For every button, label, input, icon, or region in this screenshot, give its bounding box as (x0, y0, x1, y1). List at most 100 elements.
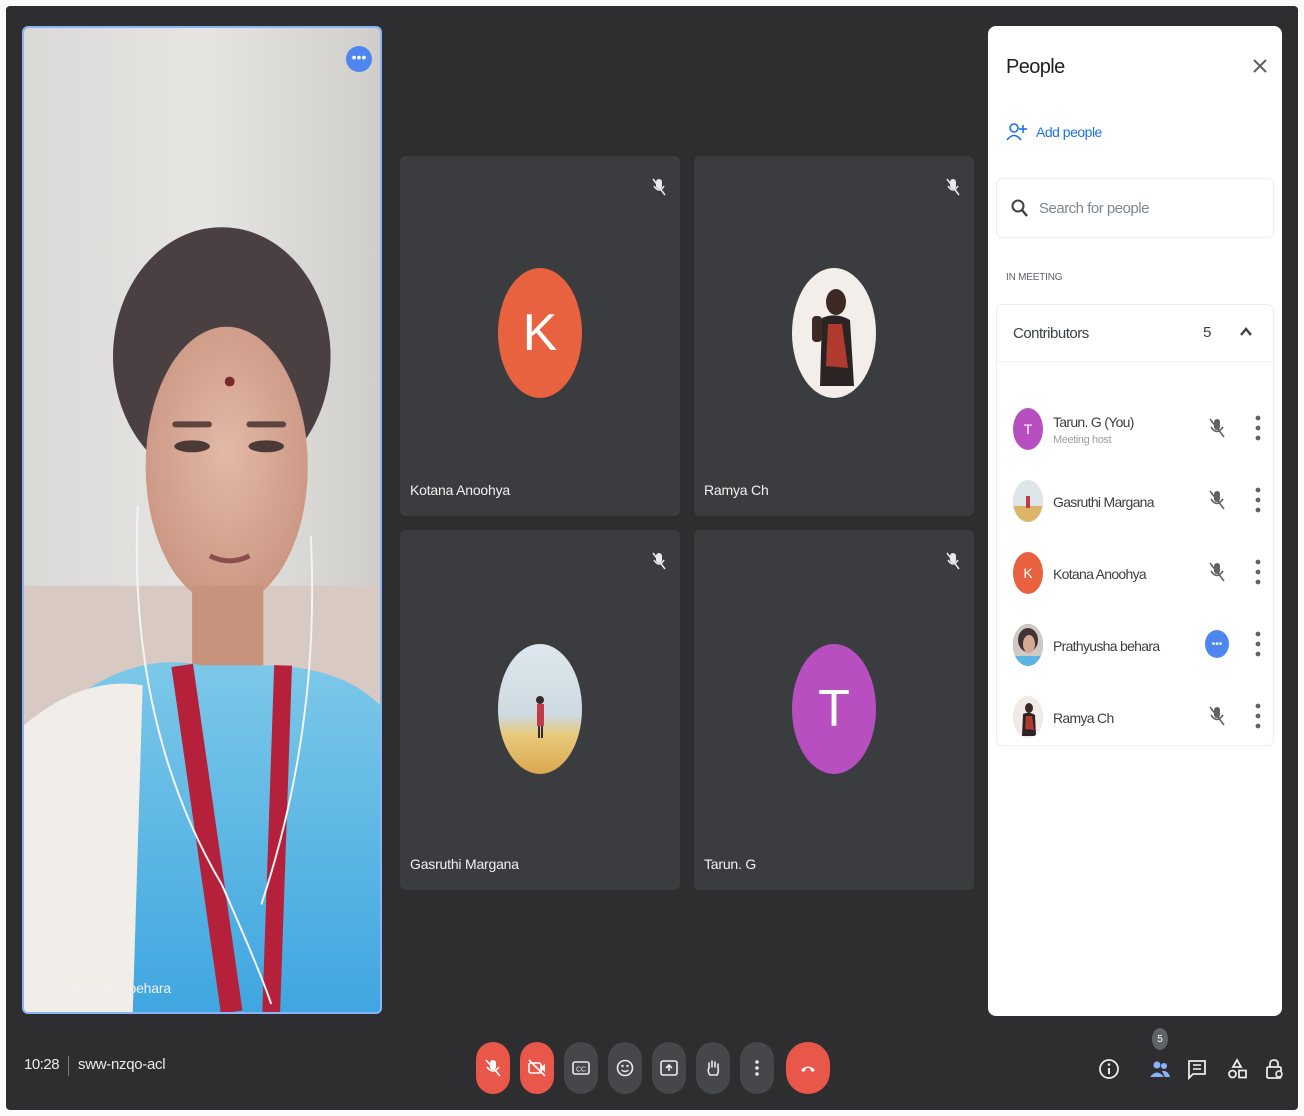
participant-name: Prathyusha behara (1053, 638, 1160, 654)
list-item[interactable]: K Kotana Anoohya (997, 534, 1275, 606)
raise-hand-icon (707, 1060, 720, 1076)
speaking-indicator-icon: ••• (1205, 630, 1229, 658)
participant-list: T Tarun. G (You) Meeting host Gasruthi M… (996, 362, 1274, 746)
list-item[interactable]: Prathyusha behara ••• (997, 606, 1275, 678)
meet-window: ••• Prathyusha behara K Kotana Anoohya R… (6, 6, 1298, 1110)
add-person-icon (1006, 123, 1027, 141)
people-count-badge: 5 (1152, 1028, 1168, 1050)
profile-photo (792, 268, 876, 398)
participant-name: Gasruthi Margana (1053, 494, 1155, 510)
mic-off-icon (1209, 562, 1225, 582)
microphone-toggle-button[interactable] (476, 1042, 510, 1094)
meeting-code: sww-nzqo-acl (78, 1056, 166, 1073)
avatar (792, 268, 876, 398)
mic-off-icon (1209, 418, 1225, 438)
participant-name: Prathyusha behara (56, 980, 171, 996)
add-people-label: Add people (1036, 124, 1102, 140)
end-call-button[interactable] (786, 1042, 830, 1094)
pin-icon[interactable] (32, 978, 46, 998)
avatar (498, 644, 582, 774)
mic-off-icon (946, 178, 960, 196)
contributors-count: 5 (1203, 324, 1211, 341)
host-controls-icon (1266, 1059, 1283, 1079)
chat-icon (1188, 1060, 1206, 1080)
mic-off-icon (652, 178, 666, 196)
more-vert-icon[interactable] (1255, 486, 1261, 514)
search-icon (1011, 199, 1028, 217)
host-controls-button[interactable] (1262, 1052, 1288, 1086)
present-screen-button[interactable] (652, 1042, 686, 1094)
participant-name: Ramya Ch (704, 482, 769, 498)
close-icon[interactable] (1252, 58, 1268, 74)
pinned-video-tile[interactable]: ••• Prathyusha behara (22, 26, 382, 1014)
pinned-name-row: Prathyusha behara (32, 978, 171, 998)
contributors-header[interactable]: Contributors 5 (996, 304, 1274, 362)
avatar: T (1013, 408, 1043, 450)
svg-text:CC: CC (576, 1067, 586, 1074)
people-button[interactable] (1147, 1052, 1173, 1086)
participant-tile[interactable]: Gasruthi Margana (400, 530, 680, 890)
more-vert-icon[interactable] (1255, 414, 1261, 442)
chat-button[interactable] (1184, 1052, 1210, 1086)
profile-photo (1013, 480, 1043, 522)
camera-off-icon (528, 1059, 546, 1077)
raise-hand-button[interactable] (696, 1042, 730, 1094)
avatar: K (1013, 552, 1043, 594)
panel-title: People (1006, 56, 1065, 78)
mic-off-icon (485, 1059, 501, 1077)
captions-button[interactable]: CC (564, 1042, 598, 1094)
participant-name: Kotana Anoohya (1053, 566, 1147, 582)
participant-name: Ramya Ch (1053, 710, 1114, 726)
list-item[interactable]: Gasruthi Margana (997, 462, 1275, 534)
profile-photo (498, 644, 582, 774)
participant-name: Tarun. G (704, 856, 757, 872)
participant-video-feed (24, 28, 380, 1012)
info-icon (1099, 1059, 1119, 1079)
camera-toggle-button[interactable] (520, 1042, 554, 1094)
emoji-icon (616, 1059, 634, 1077)
mic-off-icon (1209, 490, 1225, 510)
more-vert-icon (755, 1060, 759, 1076)
divider (68, 1056, 69, 1076)
reactions-button[interactable] (608, 1042, 642, 1094)
mic-off-icon (1209, 706, 1225, 726)
mic-off-icon (946, 552, 960, 570)
people-panel: People Add people Search for people IN M… (988, 26, 1282, 1016)
profile-photo (1013, 696, 1043, 738)
avatar: T (792, 644, 876, 774)
search-placeholder: Search for people (1039, 199, 1149, 217)
profile-photo (1013, 624, 1043, 666)
participant-name: Gasruthi Margana (410, 856, 519, 872)
more-options-icon[interactable]: ••• (346, 46, 372, 72)
section-label: IN MEETING (1006, 272, 1063, 283)
contributors-label: Contributors (1013, 324, 1089, 342)
captions-icon: CC (572, 1061, 590, 1075)
mic-off-icon (652, 552, 666, 570)
participant-tile[interactable]: K Kotana Anoohya (400, 156, 680, 516)
search-input[interactable]: Search for people (996, 178, 1274, 238)
avatar (1013, 696, 1043, 738)
meeting-details-button[interactable] (1096, 1052, 1122, 1086)
add-people-button[interactable]: Add people (998, 110, 1110, 154)
avatar: K (498, 268, 582, 398)
chevron-up-icon[interactable] (1239, 325, 1253, 339)
participant-tile[interactable]: T Tarun. G (694, 530, 974, 890)
activities-icon (1228, 1058, 1247, 1079)
participant-name: Kotana Anoohya (410, 482, 510, 498)
activities-button[interactable] (1224, 1052, 1250, 1086)
more-options-button[interactable] (740, 1042, 774, 1094)
participant-tile[interactable]: Ramya Ch (694, 156, 974, 516)
more-vert-icon[interactable] (1255, 702, 1261, 730)
avatar (1013, 624, 1043, 666)
participant-name: Tarun. G (You) (1053, 414, 1134, 430)
list-item[interactable]: Ramya Ch (997, 678, 1275, 750)
meeting-time: 10:28 (24, 1056, 60, 1073)
more-vert-icon[interactable] (1255, 558, 1261, 586)
present-icon (660, 1060, 678, 1076)
more-vert-icon[interactable] (1255, 630, 1261, 658)
list-item[interactable]: T Tarun. G (You) Meeting host (997, 390, 1275, 462)
participant-role: Meeting host (1053, 434, 1112, 446)
end-call-icon (801, 1066, 815, 1072)
people-icon (1150, 1061, 1170, 1077)
avatar (1013, 480, 1043, 522)
